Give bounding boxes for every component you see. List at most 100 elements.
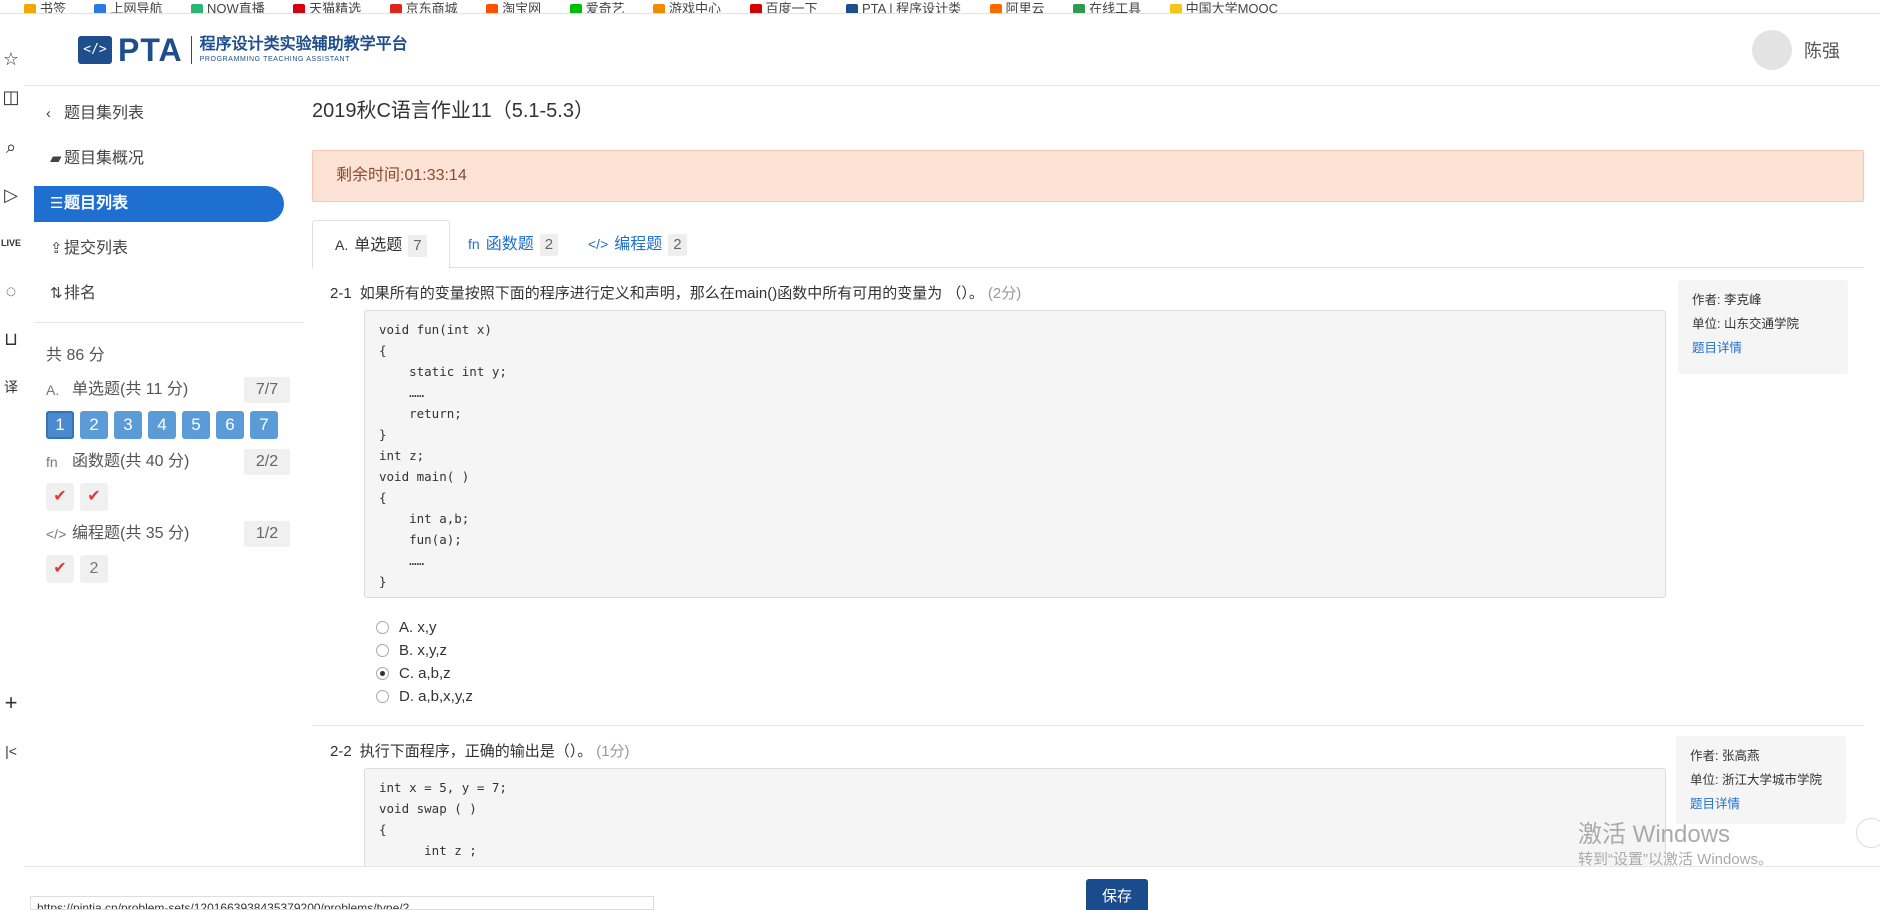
bookmark-item[interactable]: 京东商城 xyxy=(389,0,458,14)
sidebar-item-overview[interactable]: ▰ 题目集概况 xyxy=(34,141,304,177)
pta-icon xyxy=(845,3,858,13)
question-author: 作者: 李克峰 xyxy=(1692,293,1762,307)
status-bar-url: https://pintia.cn/problem-sets/120166393… xyxy=(30,896,654,910)
section-single-choice: A. 单选题(共 11 分) 7/7 xyxy=(34,377,304,403)
page-title: 2019秋C语言作业11（5.1-5.3） xyxy=(312,100,594,122)
bookmark-item[interactable]: 百度一下 xyxy=(749,0,818,14)
choice-icon: A. xyxy=(46,382,60,398)
sort-icon: ⇅ xyxy=(50,285,63,302)
translate-icon[interactable]: 译 xyxy=(0,376,22,398)
question-pill[interactable]: 6 xyxy=(216,411,244,439)
globe-icon xyxy=(94,3,107,13)
search-icon[interactable]: ⌕ xyxy=(0,136,22,158)
bookmark-item[interactable]: 上网导航 xyxy=(94,0,162,13)
watermark-subtitle: 转到“设置”以激活 Windows。 xyxy=(1578,851,1774,868)
star-icon[interactable]: ☆ xyxy=(0,48,22,70)
live-icon[interactable]: LIVE xyxy=(0,232,22,254)
radio-button-selected[interactable] xyxy=(376,667,389,680)
tab-count-badge: 2 xyxy=(668,234,687,256)
tab-label: 函数题 xyxy=(485,236,534,253)
video-icon[interactable]: ▷ xyxy=(0,184,22,206)
bookmark-label: 百度一下 xyxy=(765,1,818,14)
question-pill[interactable]: 7 xyxy=(250,411,278,439)
avatar[interactable] xyxy=(1752,30,1792,70)
question-stem: 2-2 执行下面程序，正确的输出是（）。 (1分) xyxy=(330,740,630,761)
option-b[interactable]: B. x,y,z xyxy=(376,639,473,662)
sidebar-item-submissions[interactable]: ⇪ 提交列表 xyxy=(34,231,304,267)
total-score: 共 86 分 xyxy=(46,347,105,364)
function-icon: fn xyxy=(468,236,480,252)
iqiyi-icon xyxy=(569,3,582,13)
question-card: 2-1 如果所有的变量按照下面的程序进行定义和声明，那么在main()函数中所有可… xyxy=(312,268,1864,726)
tab-single-choice[interactable]: A. 单选题 7 xyxy=(312,220,450,269)
remaining-time-banner: 剩余时间:01:33:14 xyxy=(312,150,1864,202)
user-menu[interactable]: 陈强 xyxy=(1752,30,1840,70)
watermark-title: 激活 Windows xyxy=(1578,821,1731,848)
question-stem: 2-1 如果所有的变量按照下面的程序进行定义和声明，那么在main()函数中所有可… xyxy=(330,282,1021,303)
bookmark-item[interactable]: NOW直播 xyxy=(190,0,265,14)
question-detail-link[interactable]: 题目详情 xyxy=(1692,336,1834,360)
question-pill-check-icon[interactable]: ✔ xyxy=(46,555,74,583)
bookmark-item[interactable]: 在线工具 xyxy=(1073,0,1141,13)
radio-button[interactable] xyxy=(376,644,389,657)
question-pill[interactable]: 1 xyxy=(46,411,74,439)
tab-function[interactable]: fn 函数题 2 xyxy=(446,220,580,268)
nav-label: 排名 xyxy=(64,285,97,302)
code-logo-icon: </> xyxy=(78,36,112,64)
nav-label: 题目集列表 xyxy=(64,105,145,122)
user-name[interactable]: 陈强 xyxy=(1804,37,1840,63)
question-pill[interactable]: 2 xyxy=(80,555,108,583)
sidebar-item-ranking[interactable]: ⇅ 排名 xyxy=(34,276,304,312)
section-progress: 7/7 xyxy=(244,377,290,403)
windows-activation-watermark: 激活 Windows 转到“设置”以激活 Windows。 xyxy=(1578,820,1773,870)
question-pill[interactable]: 4 xyxy=(148,411,176,439)
bookmark-item[interactable]: 淘宝网 xyxy=(486,0,541,13)
question-pill-check-icon[interactable]: ✔ xyxy=(46,483,74,511)
tab-programming[interactable]: </> 编程题 2 xyxy=(566,220,709,268)
question-pills-single: 1234567 xyxy=(34,411,304,439)
answer-options: A. x,y B. x,y,z C. a,b,z D. a,b,x,y,z xyxy=(376,616,473,708)
bookmark-label: NOW直播 xyxy=(206,1,265,14)
question-pill[interactable]: 3 xyxy=(114,411,142,439)
tab-count-badge: 2 xyxy=(539,234,559,256)
save-button[interactable]: 保存 xyxy=(1086,879,1148,910)
option-a[interactable]: A. x,y xyxy=(376,616,473,639)
section-function: fn 函数题(共 40 分) 2/2 xyxy=(34,449,304,475)
bookmark-item[interactable]: 阿里云 xyxy=(989,0,1045,13)
question-unit: 单位: 浙江大学城市学院 xyxy=(1690,773,1822,787)
bookmark-item[interactable]: 书签 xyxy=(24,0,66,13)
book-icon[interactable]: ◫ xyxy=(0,86,22,108)
bookmark-item[interactable]: 游戏中心 xyxy=(653,0,721,13)
bookmark-item[interactable]: 爱奇艺 xyxy=(569,0,625,13)
sidebar: ‹ 题目集列表 ▰ 题目集概况 ☰ 题目列表 ⇪ 提交列表 ⇅ 排名 共 86 … xyxy=(34,96,304,593)
radio-button[interactable] xyxy=(376,621,389,634)
cart-icon[interactable]: ⊔ xyxy=(0,328,22,350)
question-pill-check-icon[interactable]: ✔ xyxy=(80,483,108,511)
collapse-icon[interactable]: |< xyxy=(0,740,22,762)
logo-cn-title: 程序设计类实验辅助教学平台 xyxy=(199,36,408,53)
logo-text: 程序设计类实验辅助教学平台 PROGRAMMING TEACHING ASSIS… xyxy=(200,35,408,65)
option-d[interactable]: D. a,b,x,y,z xyxy=(376,685,473,708)
question-pill[interactable]: 5 xyxy=(182,411,210,439)
top-header: </> PTA 程序设计类实验辅助教学平台 PROGRAMMING TEACHI… xyxy=(24,14,1880,86)
feedback-icon[interactable] xyxy=(1856,818,1880,848)
chat-icon[interactable]: ◌ xyxy=(0,280,22,302)
book-icon: ▰ xyxy=(50,150,62,167)
option-c[interactable]: C. a,b,z xyxy=(376,662,473,685)
bookmark-item[interactable]: PTA | 程序设计类 xyxy=(845,0,961,13)
section-progress: 2/2 xyxy=(244,449,290,475)
question-number: 2-2 xyxy=(330,743,352,760)
option-label: A. x,y xyxy=(399,619,437,636)
plus-icon[interactable]: + xyxy=(0,692,22,714)
bookmark-label: 京东商城 xyxy=(405,1,458,14)
bookmark-item[interactable]: 中国大学MOOC xyxy=(1169,0,1278,13)
question-pill[interactable]: 2 xyxy=(80,411,108,439)
sidebar-item-problem-list[interactable]: ☰ 题目列表 xyxy=(34,186,284,222)
logo-en-title: PROGRAMMING TEACHING ASSISTANT xyxy=(199,56,350,63)
bookmark-item[interactable]: 天猫精选 xyxy=(293,0,361,13)
choice-icon: A. xyxy=(335,237,349,253)
pta-logo[interactable]: </> PTA 程序设计类实验辅助教学平台 PROGRAMMING TEACHI… xyxy=(78,32,408,68)
back-to-problem-sets[interactable]: ‹ 题目集列表 xyxy=(34,96,304,132)
question-detail-link[interactable]: 题目详情 xyxy=(1690,792,1832,816)
radio-button[interactable] xyxy=(376,690,389,703)
